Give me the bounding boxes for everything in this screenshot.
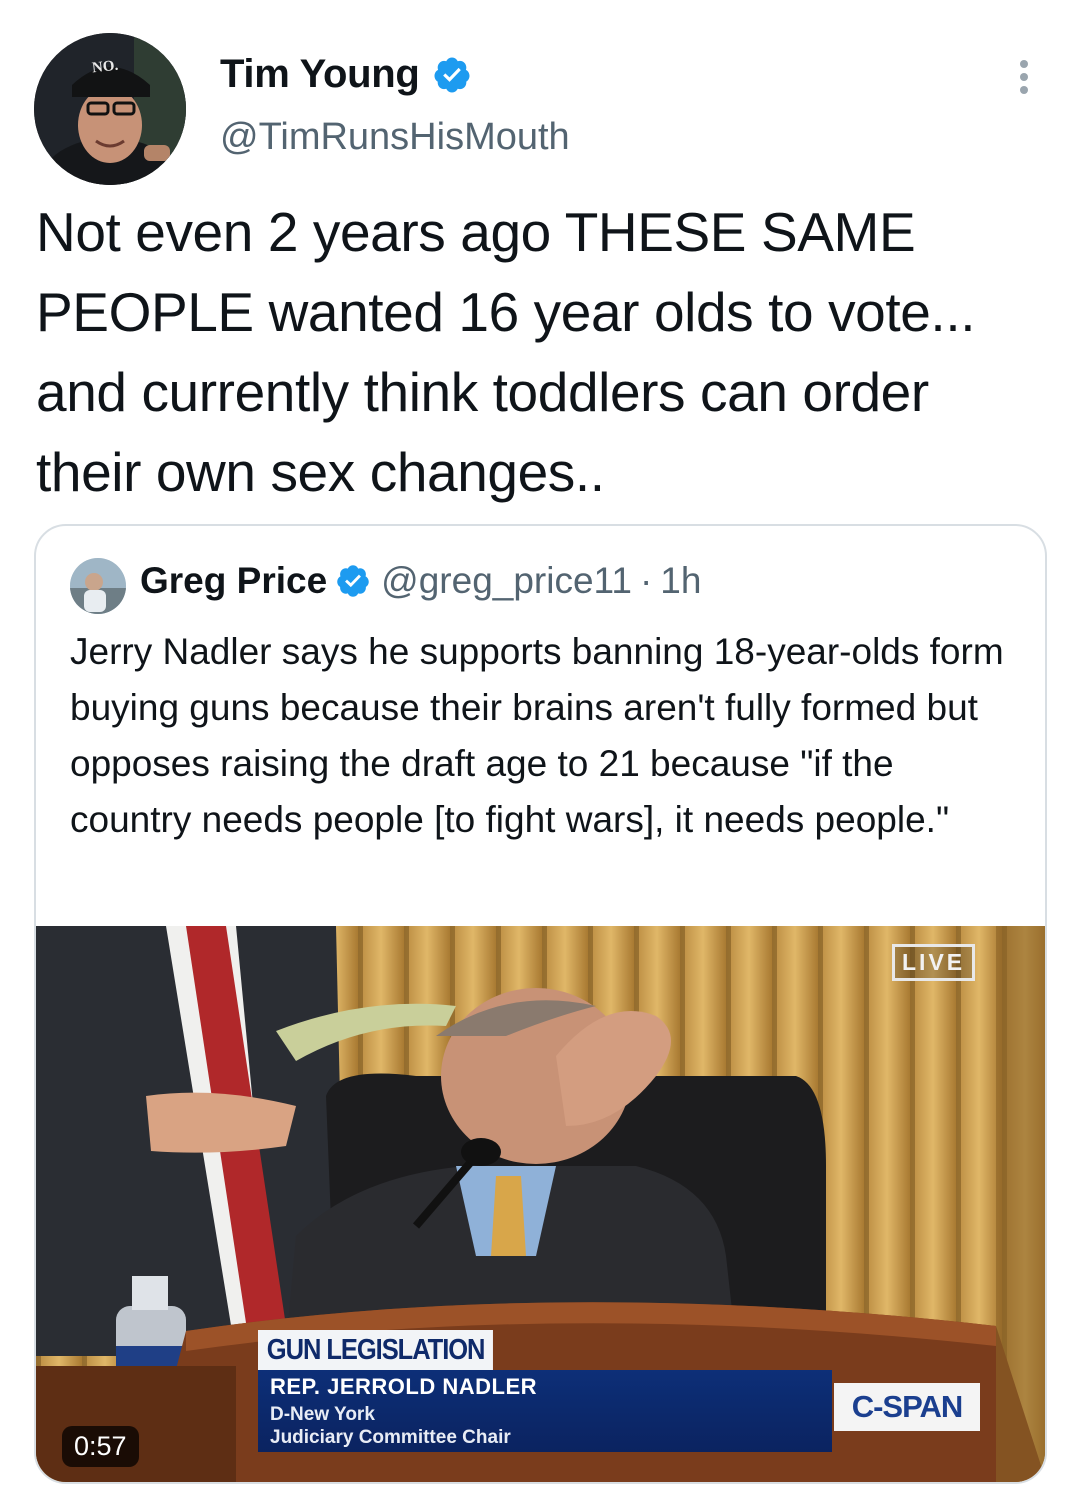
author-handle[interactable]: @TimRunsHisMouth — [220, 116, 570, 159]
avatar-cap-text: NO. — [91, 57, 119, 77]
quoted-author-handle[interactable]: @greg_price11 — [381, 560, 632, 602]
quoted-author-avatar[interactable] — [70, 558, 126, 614]
more-dot — [1020, 86, 1028, 94]
more-dot — [1020, 73, 1028, 81]
chyron-name: REP. JERROLD NADLER — [270, 1374, 538, 1399]
video-player[interactable]: LIVE GUN LEGISLATION REP. JERROLD NADLER… — [36, 926, 1045, 1482]
chyron-lower-third: REP. JERROLD NADLER D-New York Judiciary… — [258, 1370, 832, 1452]
network-logo: C-SPAN — [834, 1383, 980, 1431]
verified-badge-icon — [337, 565, 369, 597]
more-dot — [1020, 60, 1028, 68]
chyron-role: Judiciary Committee Chair — [270, 1427, 511, 1448]
quoted-header: Greg Price @greg_price11 · 1h — [140, 560, 701, 602]
author-avatar[interactable]: NO. — [34, 33, 186, 185]
quoted-tweet-text: Jerry Nadler says he supports banning 18… — [70, 631, 1004, 840]
author-name[interactable]: Tim Young — [220, 52, 420, 97]
verified-badge-icon — [434, 57, 470, 92]
video-duration: 0:57 — [62, 1426, 139, 1467]
more-options-icon[interactable] — [1012, 60, 1036, 96]
chyron-party-state: D-New York — [270, 1404, 375, 1425]
quoted-separator: · — [639, 560, 653, 601]
author-avatar-image — [34, 33, 186, 185]
quoted-timestamp[interactable]: 1h — [660, 560, 701, 602]
quoted-author-name[interactable]: Greg Price — [140, 560, 327, 602]
quoted-tweet-card[interactable]: Greg Price @greg_price11 · 1h Jerry Nadl… — [34, 524, 1047, 1484]
quoted-avatar-image — [70, 558, 126, 614]
chyron-title: GUN LEGISLATION — [258, 1330, 494, 1370]
live-badge: LIVE — [892, 944, 976, 981]
tweet-text: Not even 2 years ago THESE SAME PEOPLE w… — [36, 201, 976, 503]
author-name-row[interactable]: Tim Young — [220, 52, 472, 97]
